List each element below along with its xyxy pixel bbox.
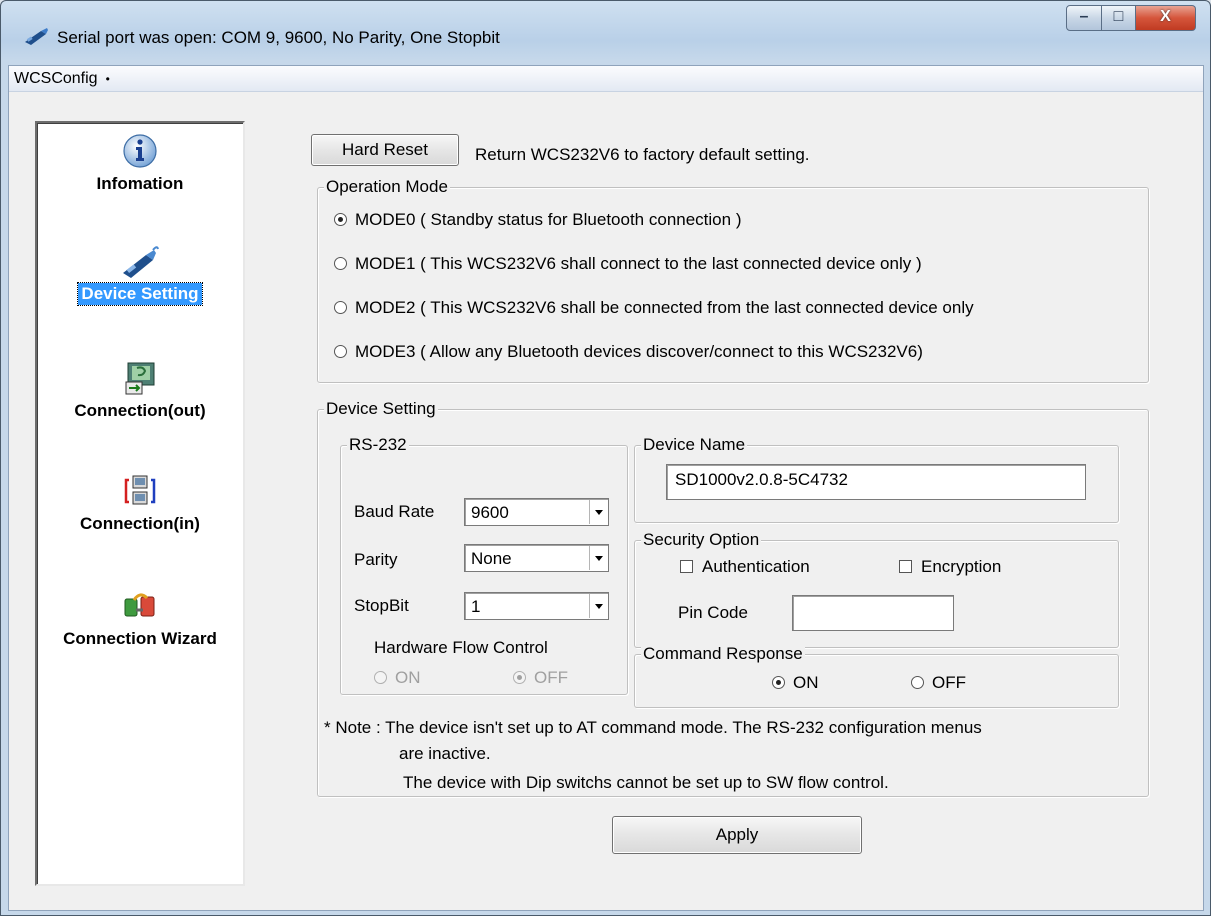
flow-control-off-radio[interactable]: OFF (513, 668, 568, 688)
baud-rate-value: 9600 (471, 503, 509, 522)
sidebar-item-information[interactable]: Infomation (37, 133, 243, 195)
title-bar[interactable]: Serial port was open: COM 9, 9600, No Pa… (1, 1, 1210, 59)
sidebar-item-label: Connection(out) (74, 401, 206, 420)
mode2-label: MODE2 ( This WCS232V6 shall be connected… (355, 298, 974, 317)
menu-dot-icon: • (105, 72, 110, 86)
command-response-group: Command Response ON OFF (634, 644, 1119, 708)
stopbit-label: StopBit (354, 596, 409, 615)
sidebar-item-connection-in[interactable]: Connection(in) (37, 473, 243, 535)
hard-reset-button[interactable]: Hard Reset (311, 134, 459, 166)
sidebar-item-label: Device Setting (77, 282, 203, 306)
baud-rate-select[interactable]: 9600 (464, 498, 609, 526)
caption-buttons: – □ X (1066, 5, 1196, 31)
parity-label: Parity (354, 550, 398, 569)
maximize-button[interactable]: □ (1102, 5, 1136, 31)
security-option-legend: Security Option (641, 530, 762, 550)
device-adapter-icon (120, 243, 160, 279)
pin-code-label: Pin Code (678, 603, 748, 622)
apply-button[interactable]: Apply (612, 816, 862, 854)
close-icon: X (1160, 8, 1171, 25)
device-name-group: Device Name SD1000v2.0.8-5C4732 (634, 435, 1119, 523)
chevron-down-icon[interactable] (589, 546, 607, 570)
radio-selected-icon (513, 671, 526, 684)
note-text-line1: * Note : The device isn't set up to AT c… (324, 718, 982, 737)
hard-reset-description: Return WCS232V6 to factory default setti… (475, 145, 810, 164)
radio-icon (374, 671, 387, 684)
mode3-label: MODE3 ( Allow any Bluetooth devices disc… (355, 342, 923, 361)
device-name-legend: Device Name (641, 435, 748, 455)
device-setting-legend: Device Setting (324, 399, 438, 419)
stopbit-select[interactable]: 1 (464, 592, 609, 620)
device-name-value: SD1000v2.0.8-5C4732 (675, 470, 848, 489)
app-icon (25, 28, 48, 45)
radio-icon (334, 345, 347, 358)
minimize-button[interactable]: – (1066, 5, 1102, 31)
mode3-radio[interactable]: MODE3 ( Allow any Bluetooth devices disc… (334, 342, 923, 362)
authentication-label: Authentication (702, 557, 810, 576)
hardware-flow-control-label: Hardware Flow Control (374, 638, 548, 657)
device-name-input[interactable]: SD1000v2.0.8-5C4732 (666, 464, 1086, 500)
sidebar: Infomation Device Setting Connection(out… (35, 121, 245, 886)
command-response-off-radio[interactable]: OFF (911, 673, 966, 693)
minimize-icon: – (1079, 8, 1089, 25)
maximize-icon: □ (1113, 8, 1124, 25)
operation-mode-legend: Operation Mode (324, 177, 450, 197)
security-option-group: Security Option Authentication Encryptio… (634, 530, 1119, 648)
connection-in-icon (120, 473, 160, 509)
radio-icon (334, 301, 347, 314)
mode1-label: MODE1 ( This WCS232V6 shall connect to t… (355, 254, 922, 273)
operation-mode-group: Operation Mode MODE0 ( Standby status fo… (317, 177, 1149, 383)
mode0-radio[interactable]: MODE0 ( Standby status for Bluetooth con… (334, 210, 741, 230)
note-text-line3: The device with Dip switchs cannot be se… (403, 773, 889, 792)
sidebar-item-label: Connection Wizard (63, 629, 217, 648)
sidebar-item-connection-out[interactable]: Connection(out) (37, 360, 243, 422)
rs232-legend: RS-232 (347, 435, 409, 455)
sidebar-item-connection-wizard[interactable]: Connection Wizard (37, 588, 243, 650)
command-response-on-radio[interactable]: ON (772, 673, 819, 693)
note-text-line2: are inactive. (399, 744, 491, 763)
menu-wcsconfig-label: WCSConfig (14, 70, 98, 87)
rs232-group: RS-232 Baud Rate 9600 Parity None StopBi… (340, 435, 628, 695)
client-area: WCSConfig • Infomation Device Setting Co… (8, 65, 1204, 911)
mode0-label: MODE0 ( Standby status for Bluetooth con… (355, 210, 742, 229)
menu-bar: WCSConfig • (9, 66, 1203, 92)
radio-selected-icon (772, 676, 785, 689)
mode1-radio[interactable]: MODE1 ( This WCS232V6 shall connect to t… (334, 254, 922, 274)
close-button[interactable]: X (1136, 5, 1196, 31)
sidebar-item-label: Infomation (96, 174, 184, 193)
sidebar-item-label: Connection(in) (80, 514, 200, 533)
window-title: Serial port was open: COM 9, 9600, No Pa… (57, 28, 500, 47)
flow-control-on-label: ON (395, 668, 421, 687)
authentication-checkbox[interactable]: Authentication (680, 557, 810, 577)
baud-rate-label: Baud Rate (354, 502, 435, 521)
flow-control-off-label: OFF (534, 668, 568, 687)
info-icon (120, 133, 160, 169)
command-response-off-label: OFF (932, 673, 966, 692)
flow-control-on-radio[interactable]: ON (374, 668, 421, 688)
checkbox-icon (680, 560, 693, 573)
encryption-label: Encryption (921, 557, 1002, 576)
mode2-radio[interactable]: MODE2 ( This WCS232V6 shall be connected… (334, 298, 974, 318)
connection-wizard-icon (120, 588, 160, 624)
connection-out-icon (120, 360, 160, 396)
app-window: Serial port was open: COM 9, 9600, No Pa… (0, 0, 1211, 916)
command-response-on-label: ON (793, 673, 819, 692)
chevron-down-icon[interactable] (589, 500, 607, 524)
sidebar-item-device-setting[interactable]: Device Setting (37, 243, 243, 306)
encryption-checkbox[interactable]: Encryption (899, 557, 1001, 577)
menu-wcsconfig[interactable]: WCSConfig • (14, 70, 110, 88)
command-response-legend: Command Response (641, 644, 805, 664)
stopbit-value: 1 (471, 597, 481, 616)
device-setting-group: Device Setting RS-232 Baud Rate 9600 Par… (317, 399, 1149, 797)
chevron-down-icon[interactable] (589, 594, 607, 618)
radio-selected-icon (334, 213, 347, 226)
radio-icon (334, 257, 347, 270)
parity-value: None (471, 549, 512, 568)
pin-code-input[interactable] (792, 595, 954, 631)
parity-select[interactable]: None (464, 544, 609, 572)
radio-icon (911, 676, 924, 689)
checkbox-icon (899, 560, 912, 573)
